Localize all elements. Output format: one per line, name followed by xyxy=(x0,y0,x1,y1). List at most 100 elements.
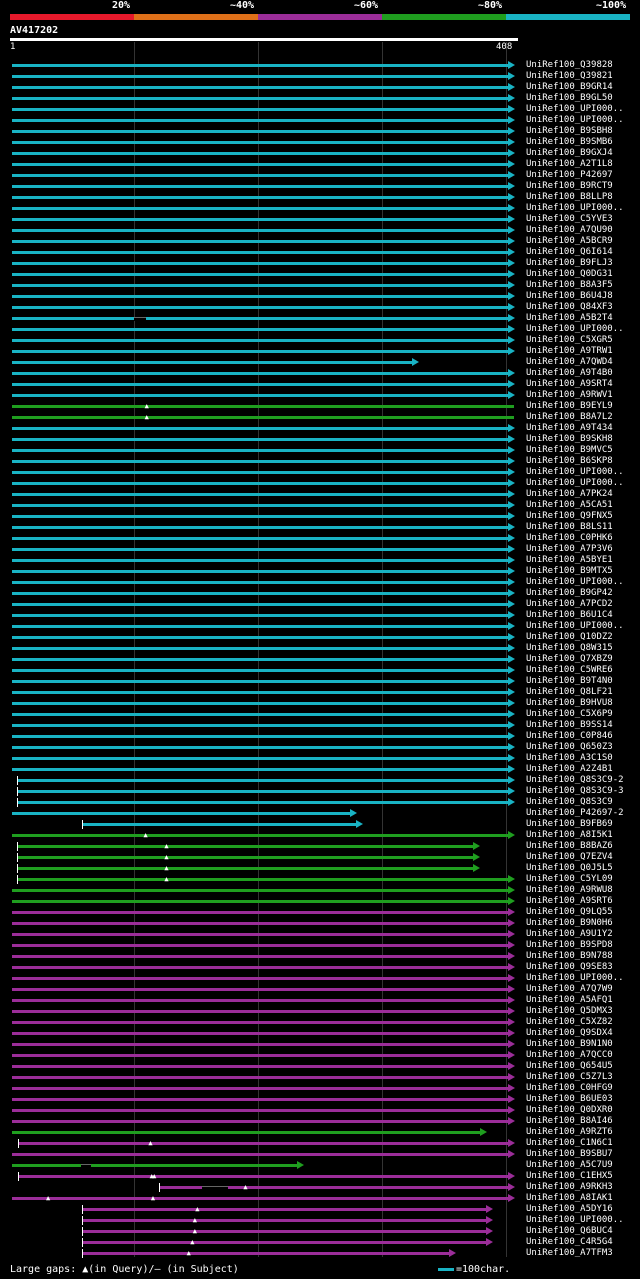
hit-label[interactable]: UniRef100_A9T434 xyxy=(526,423,613,434)
hit-label[interactable]: UniRef100_A9RWU8 xyxy=(526,885,613,896)
hit-label[interactable]: UniRef100_A2T1L8 xyxy=(526,159,613,170)
hit-label[interactable]: UniRef100_Q654U5 xyxy=(526,1061,613,1072)
hit-row[interactable]: UniRef100_UPI000.. xyxy=(0,577,640,588)
hit-row[interactable]: UniRef100_Q84XF3 xyxy=(0,302,640,313)
hit-row[interactable]: UniRef100_B9GXJ4 xyxy=(0,148,640,159)
hit-row[interactable]: ▲ UniRef100_A8I5K1 xyxy=(0,830,640,841)
hit-label[interactable]: UniRef100_A2Z4B1 xyxy=(526,764,613,775)
hit-row[interactable]: UniRef100_Q9SDX4 xyxy=(0,1028,640,1039)
hit-row[interactable]: UniRef100_A7Q7W9 xyxy=(0,984,640,995)
hit-row[interactable]: UniRef100_B8AI46 xyxy=(0,1116,640,1127)
hit-row[interactable]: ▲ UniRef100_C5YL09 xyxy=(0,874,640,885)
hit-label[interactable]: UniRef100_Q9SDX4 xyxy=(526,1028,613,1039)
hit-row[interactable]: UniRef100_UPI000.. xyxy=(0,973,640,984)
hit-row[interactable]: UniRef100_UPI000.. xyxy=(0,104,640,115)
hit-label[interactable]: UniRef100_B8A7L2 xyxy=(526,412,613,423)
hit-label[interactable]: UniRef100_B9N1N0 xyxy=(526,1039,613,1050)
hit-row[interactable]: UniRef100_B9GR14 xyxy=(0,82,640,93)
hit-label[interactable]: UniRef100_A9T4B0 xyxy=(526,368,613,379)
hit-row[interactable]: UniRef100_A7PK24 xyxy=(0,489,640,500)
hit-row[interactable]: UniRef100_Q8S3C9-3 xyxy=(0,786,640,797)
hit-row[interactable]: UniRef100_C5XGR5 xyxy=(0,335,640,346)
hit-row[interactable]: UniRef100_A5AFQ1 xyxy=(0,995,640,1006)
hit-label[interactable]: UniRef100_Q8S3C9-2 xyxy=(526,775,624,786)
hit-label[interactable]: UniRef100_B9T4N0 xyxy=(526,676,613,687)
hit-label[interactable]: UniRef100_Q7XBZ9 xyxy=(526,654,613,665)
hit-row[interactable]: UniRef100_B9RCT9 xyxy=(0,181,640,192)
hit-row[interactable]: UniRef100_B9HVU8 xyxy=(0,698,640,709)
hit-label[interactable]: UniRef100_B9HVU8 xyxy=(526,698,613,709)
hit-label[interactable]: UniRef100_Q5DMX3 xyxy=(526,1006,613,1017)
hit-label[interactable]: UniRef100_C1N6C1 xyxy=(526,1138,613,1149)
hit-row[interactable]: UniRef100_Q9SE83 xyxy=(0,962,640,973)
hit-label[interactable]: UniRef100_B9SKH8 xyxy=(526,434,613,445)
hit-label[interactable]: UniRef100_C0P846 xyxy=(526,731,613,742)
hit-label[interactable]: UniRef100_Q39821 xyxy=(526,71,613,82)
hit-row[interactable]: UniRef100_A7QU90 xyxy=(0,225,640,236)
hit-label[interactable]: UniRef100_B9GXJ4 xyxy=(526,148,613,159)
hit-label[interactable]: UniRef100_Q10DZ2 xyxy=(526,632,613,643)
hit-row[interactable]: UniRef100_A5B2T4 xyxy=(0,313,640,324)
hit-row[interactable]: UniRef100_A9SRT6 xyxy=(0,896,640,907)
hit-label[interactable]: UniRef100_Q9SE83 xyxy=(526,962,613,973)
hit-label[interactable]: UniRef100_C5X6P9 xyxy=(526,709,613,720)
hit-label[interactable]: UniRef100_Q6BUC4 xyxy=(526,1226,613,1237)
hit-row[interactable]: UniRef100_A9T4B0 xyxy=(0,368,640,379)
hit-row[interactable]: UniRef100_A5C7U9 xyxy=(0,1160,640,1171)
hit-label[interactable]: UniRef100_C5YL09 xyxy=(526,874,613,885)
hit-label[interactable]: UniRef100_B9GL50 xyxy=(526,93,613,104)
hit-row[interactable]: UniRef100_B9FLJ3 xyxy=(0,258,640,269)
hit-label[interactable]: UniRef100_A7QCC0 xyxy=(526,1050,613,1061)
hit-label[interactable]: UniRef100_Q6I614 xyxy=(526,247,613,258)
hit-row[interactable]: ▲ UniRef100_B9EYL9 xyxy=(0,401,640,412)
hit-row[interactable]: UniRef100_A9T434 xyxy=(0,423,640,434)
hit-label[interactable]: UniRef100_A5AFQ1 xyxy=(526,995,613,1006)
hit-row[interactable]: ▲ UniRef100_C1N6C1 xyxy=(0,1138,640,1149)
hit-label[interactable]: UniRef100_A7TFM3 xyxy=(526,1248,613,1259)
hit-label[interactable]: UniRef100_B9MTX5 xyxy=(526,566,613,577)
hit-row[interactable]: UniRef100_A3C1S0 xyxy=(0,753,640,764)
hit-row[interactable]: UniRef100_Q8S3C9 xyxy=(0,797,640,808)
hit-row[interactable]: UniRef100_A9TRW1 xyxy=(0,346,640,357)
hit-label[interactable]: UniRef100_Q7EZV4 xyxy=(526,852,613,863)
hit-label[interactable]: UniRef100_Q8LF21 xyxy=(526,687,613,698)
hit-label[interactable]: UniRef100_C1EHX5 xyxy=(526,1171,613,1182)
hit-label[interactable]: UniRef100_Q9LQ55 xyxy=(526,907,613,918)
hit-row[interactable]: ▲ UniRef100_A5DY16 xyxy=(0,1204,640,1215)
hit-label[interactable]: UniRef100_Q9FNX5 xyxy=(526,511,613,522)
hit-label[interactable]: UniRef100_UPI000.. xyxy=(526,478,624,489)
hit-label[interactable]: UniRef100_A5B2T4 xyxy=(526,313,613,324)
hit-label[interactable]: UniRef100_UPI000.. xyxy=(526,324,624,335)
hit-row[interactable]: UniRef100_Q654U5 xyxy=(0,1061,640,1072)
hit-label[interactable]: UniRef100_B9EYL9 xyxy=(526,401,613,412)
hit-label[interactable]: UniRef100_A9U1Y2 xyxy=(526,929,613,940)
hit-row[interactable]: UniRef100_B6U1C4 xyxy=(0,610,640,621)
hit-row[interactable]: UniRef100_UPI000.. xyxy=(0,324,640,335)
hit-row[interactable]: UniRef100_C0P846 xyxy=(0,731,640,742)
hit-row[interactable]: UniRef100_A2T1L8 xyxy=(0,159,640,170)
hit-label[interactable]: UniRef100_C5YVE3 xyxy=(526,214,613,225)
hit-row[interactable]: UniRef100_Q39828 xyxy=(0,60,640,71)
hit-row[interactable]: UniRef100_B9GP42 xyxy=(0,588,640,599)
hit-label[interactable]: UniRef100_B6U4J8 xyxy=(526,291,613,302)
hit-row[interactable]: UniRef100_Q8S3C9-2 xyxy=(0,775,640,786)
hit-label[interactable]: UniRef100_A9SRT6 xyxy=(526,896,613,907)
hit-row[interactable]: UniRef100_C5Z7L3 xyxy=(0,1072,640,1083)
hit-label[interactable]: UniRef100_B9SMB6 xyxy=(526,137,613,148)
hit-label[interactable]: UniRef100_A5CA51 xyxy=(526,500,613,511)
hit-label[interactable]: UniRef100_UPI000.. xyxy=(526,467,624,478)
hit-label[interactable]: UniRef100_B9N0H6 xyxy=(526,918,613,929)
hit-label[interactable]: UniRef100_Q0DXR0 xyxy=(526,1105,613,1116)
hit-label[interactable]: UniRef100_A5BYE1 xyxy=(526,555,613,566)
hit-label[interactable]: UniRef100_A7PCD2 xyxy=(526,599,613,610)
hit-row[interactable]: UniRef100_P42697 xyxy=(0,170,640,181)
hit-label[interactable]: UniRef100_A7Q7W9 xyxy=(526,984,613,995)
hit-label[interactable]: UniRef100_B8LLP8 xyxy=(526,192,613,203)
hit-row[interactable]: UniRef100_A7QWD4 xyxy=(0,357,640,368)
hit-label[interactable]: UniRef100_B8AI46 xyxy=(526,1116,613,1127)
hit-row[interactable]: UniRef100_B9SS14 xyxy=(0,720,640,731)
hit-row[interactable]: UniRef100_B9SMB6 xyxy=(0,137,640,148)
hit-label[interactable]: UniRef100_A9SRT4 xyxy=(526,379,613,390)
hit-row[interactable]: ▲ UniRef100_C4R5G4 xyxy=(0,1237,640,1248)
hit-row[interactable]: UniRef100_A9RWV1 xyxy=(0,390,640,401)
